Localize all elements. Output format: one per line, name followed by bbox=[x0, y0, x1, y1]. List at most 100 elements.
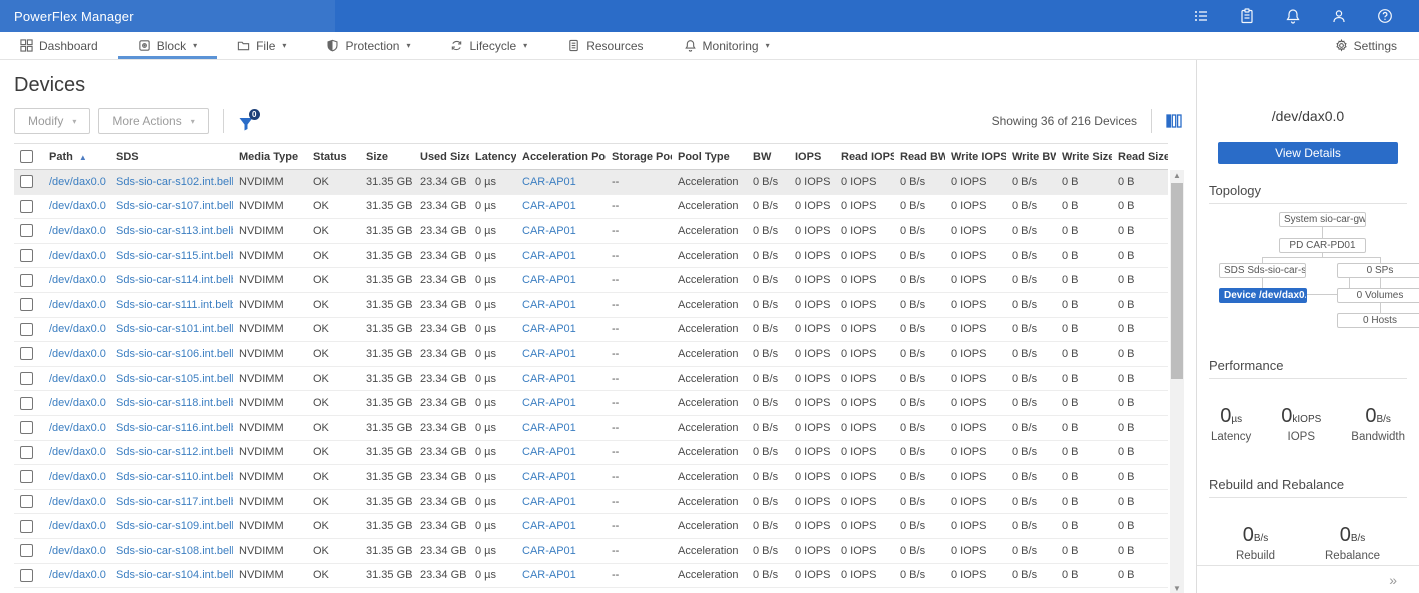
more-actions-button[interactable]: More Actions ▾ bbox=[98, 108, 208, 134]
table-row[interactable]: /dev/dax0.0 Sds-sio-car-s118.int.belbone.… bbox=[14, 391, 1168, 416]
table-row[interactable]: /dev/dax0.0 Sds-sio-car-s107.int.belbone.… bbox=[14, 194, 1168, 219]
sds-link[interactable]: Sds-sio-car-s118.int.belbone.be bbox=[116, 397, 233, 409]
table-row[interactable]: /dev/dax0.0Sds-sio-car-s104.int.belbone.… bbox=[14, 563, 1168, 588]
column-header-latency[interactable]: Latency bbox=[469, 144, 516, 170]
sds-link[interactable]: Sds-sio-car-s109.int.belbone.be bbox=[116, 520, 233, 532]
sds-link[interactable]: Sds-sio-car-s102.int.belbone.be bbox=[116, 176, 233, 188]
path-link[interactable]: /dev/dax0.0 bbox=[49, 200, 106, 212]
column-header-read-bw[interactable]: Read BW bbox=[894, 144, 945, 170]
acceleration-pool-link[interactable]: CAR-AP01 bbox=[522, 373, 576, 385]
column-header-size[interactable]: Size bbox=[360, 144, 414, 170]
path-link[interactable]: /dev/dax0.0 bbox=[49, 520, 106, 532]
sds-link[interactable]: Sds-sio-car-s115.int.belbone.be bbox=[116, 250, 233, 262]
topology-node-device[interactable]: Device /dev/dax0.0 bbox=[1219, 288, 1307, 303]
jobs-icon[interactable] bbox=[1193, 8, 1209, 24]
sds-link[interactable]: Sds-sio-car-s108.int.belbone.be bbox=[116, 545, 233, 557]
topology-node-sds[interactable]: SDS Sds-sio-car-s102... bbox=[1219, 263, 1306, 278]
sds-link[interactable]: Sds-sio-car-s105.int.belbone.be bbox=[116, 373, 233, 385]
nav-item-resources[interactable]: Resources bbox=[547, 32, 663, 59]
path-link[interactable]: /dev/dax0.0 bbox=[49, 176, 106, 188]
column-header-write-size[interactable]: Write Size bbox=[1056, 144, 1112, 170]
column-header-status[interactable]: Status bbox=[307, 144, 360, 170]
row-checkbox[interactable] bbox=[20, 495, 33, 508]
column-header-path[interactable]: Path▲ bbox=[43, 144, 110, 170]
bell-icon[interactable] bbox=[1285, 8, 1301, 24]
row-checkbox[interactable] bbox=[20, 200, 33, 213]
sds-link[interactable]: Sds-sio-car-s104.int.belbone.be bbox=[116, 569, 233, 581]
row-checkbox[interactable] bbox=[20, 397, 33, 410]
sds-link[interactable]: Sds-sio-car-s106.int.belbone.be bbox=[116, 348, 233, 360]
acceleration-pool-link[interactable]: CAR-AP01 bbox=[522, 520, 576, 532]
sds-link[interactable]: Sds-sio-car-s114.int.belbone.be bbox=[116, 274, 233, 286]
topology-node-system[interactable]: System sio-car-gw-1 bbox=[1279, 212, 1366, 227]
row-checkbox[interactable] bbox=[20, 274, 33, 287]
table-row[interactable]: /dev/dax0.0 Sds-sio-car-s110.int.belbone.… bbox=[14, 465, 1168, 490]
row-checkbox[interactable] bbox=[20, 421, 33, 434]
path-link[interactable]: /dev/dax0.0 bbox=[49, 299, 106, 311]
table-row[interactable]: /dev/dax0.0Sds-sio-car-s116.int.belbone.… bbox=[14, 415, 1168, 440]
nav-item-file[interactable]: File ▾ bbox=[217, 32, 306, 59]
acceleration-pool-link[interactable]: CAR-AP01 bbox=[522, 323, 576, 335]
row-checkbox[interactable] bbox=[20, 544, 33, 557]
column-settings-button[interactable] bbox=[1166, 114, 1182, 128]
table-row[interactable]: /dev/dax0.0 Sds-sio-car-s108.int.belbone.… bbox=[14, 538, 1168, 563]
clipboard-icon[interactable] bbox=[1239, 8, 1255, 24]
acceleration-pool-link[interactable]: CAR-AP01 bbox=[522, 176, 576, 188]
column-header-media-type[interactable]: Media Type bbox=[233, 144, 307, 170]
nav-item-block[interactable]: Block ▾ bbox=[118, 32, 217, 59]
path-link[interactable]: /dev/dax0.0 bbox=[49, 496, 106, 508]
view-details-button[interactable]: View Details bbox=[1218, 142, 1398, 164]
sds-link[interactable]: Sds-sio-car-s116.int.belbone.be bbox=[116, 422, 233, 434]
table-scrollbar[interactable]: ▲ ▼ bbox=[1170, 170, 1184, 593]
sds-link[interactable]: Sds-sio-car-s110.int.belbone.be bbox=[116, 471, 233, 483]
path-link[interactable]: /dev/dax0.0 bbox=[49, 348, 106, 360]
scrollbar-thumb[interactable] bbox=[1171, 183, 1183, 379]
nav-item-protection[interactable]: Protection ▾ bbox=[306, 32, 430, 59]
column-header-read-iops[interactable]: Read IOPS bbox=[835, 144, 894, 170]
sds-link[interactable]: Sds-sio-car-s111.int.belbone.be bbox=[116, 299, 233, 311]
scroll-down-arrow[interactable]: ▼ bbox=[1170, 583, 1184, 593]
sds-link[interactable]: Sds-sio-car-s107.int.belbone.be bbox=[116, 200, 233, 212]
acceleration-pool-link[interactable]: CAR-AP01 bbox=[522, 496, 576, 508]
column-header-iops[interactable]: IOPS bbox=[789, 144, 835, 170]
path-link[interactable]: /dev/dax0.0 bbox=[49, 397, 106, 409]
column-header-write-bw[interactable]: Write BW bbox=[1006, 144, 1056, 170]
row-checkbox[interactable] bbox=[20, 520, 33, 533]
topology-node-volumes[interactable]: 0 Volumes bbox=[1337, 288, 1419, 303]
acceleration-pool-link[interactable]: CAR-AP01 bbox=[522, 225, 576, 237]
acceleration-pool-link[interactable]: CAR-AP01 bbox=[522, 422, 576, 434]
acceleration-pool-link[interactable]: CAR-AP01 bbox=[522, 250, 576, 262]
scroll-up-arrow[interactable]: ▲ bbox=[1170, 170, 1184, 182]
path-link[interactable]: /dev/dax0.0 bbox=[49, 373, 106, 385]
table-row[interactable]: /dev/dax0.0Sds-sio-car-s112.int.belbone.… bbox=[14, 440, 1168, 465]
modify-button[interactable]: Modify ▾ bbox=[14, 108, 90, 134]
path-link[interactable]: /dev/dax0.0 bbox=[49, 323, 106, 335]
acceleration-pool-link[interactable]: CAR-AP01 bbox=[522, 471, 576, 483]
row-checkbox[interactable] bbox=[20, 347, 33, 360]
nav-item-lifecycle[interactable]: Lifecycle ▾ bbox=[430, 32, 547, 59]
user-icon[interactable] bbox=[1331, 8, 1347, 24]
path-link[interactable]: /dev/dax0.0 bbox=[49, 545, 106, 557]
row-checkbox[interactable] bbox=[20, 323, 33, 336]
table-row[interactable]: /dev/dax0.0 Sds-sio-car-s106.int.belbone.… bbox=[14, 342, 1168, 367]
sds-link[interactable]: Sds-sio-car-s101.int.belbone.be bbox=[116, 323, 233, 335]
table-row[interactable]: /dev/dax0.0 Sds-sio-car-s114.int.belbone.… bbox=[14, 268, 1168, 293]
filter-button[interactable]: 0 bbox=[238, 110, 258, 132]
acceleration-pool-link[interactable]: CAR-AP01 bbox=[522, 299, 576, 311]
row-checkbox[interactable] bbox=[20, 372, 33, 385]
row-checkbox[interactable] bbox=[20, 298, 33, 311]
acceleration-pool-link[interactable]: CAR-AP01 bbox=[522, 569, 576, 581]
column-header-read-size[interactable]: Read Size bbox=[1112, 144, 1168, 170]
sds-link[interactable]: Sds-sio-car-s113.int.belbone.be bbox=[116, 225, 233, 237]
row-checkbox[interactable] bbox=[20, 224, 33, 237]
path-link[interactable]: /dev/dax0.0 bbox=[49, 471, 106, 483]
help-icon[interactable] bbox=[1377, 8, 1393, 24]
column-header-write-iops[interactable]: Write IOPS bbox=[945, 144, 1006, 170]
path-link[interactable]: /dev/dax0.0 bbox=[49, 274, 106, 286]
column-header-storage-pool[interactable]: Storage Pool bbox=[606, 144, 672, 170]
column-header-bw[interactable]: BW bbox=[747, 144, 789, 170]
select-all-checkbox[interactable] bbox=[20, 150, 33, 163]
table-row[interactable]: /dev/dax0.0Sds-sio-car-s117.int.belbone.… bbox=[14, 489, 1168, 514]
path-link[interactable]: /dev/dax0.0 bbox=[49, 446, 106, 458]
topology-node-pd[interactable]: PD CAR-PD01 bbox=[1279, 238, 1366, 253]
